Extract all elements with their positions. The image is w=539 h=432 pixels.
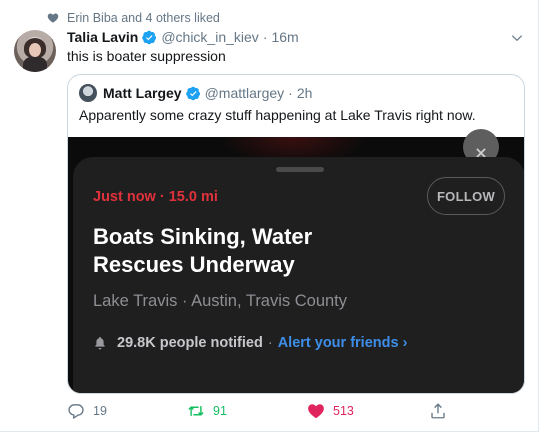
drag-handle — [276, 167, 324, 172]
social-context[interactable]: Erin Biba and 4 others liked — [67, 10, 220, 26]
reply-icon — [68, 404, 84, 420]
retweet-count: 91 — [213, 404, 227, 418]
follow-button: FOLLOW — [427, 177, 505, 215]
separator: · — [288, 85, 293, 101]
tweet-container[interactable]: Erin Biba and 4 others liked Talia Lavin… — [0, 0, 539, 432]
author-handle[interactable]: @chick_in_kiev — [161, 29, 258, 45]
chevron-down-icon[interactable] — [510, 31, 524, 45]
quoted-author-name: Matt Largey — [103, 85, 182, 101]
verified-badge-icon — [185, 86, 200, 100]
retweet-button[interactable]: 91 — [187, 401, 227, 421]
author-name[interactable]: Talia Lavin — [67, 29, 138, 45]
avatar[interactable] — [14, 30, 56, 72]
notified-count: 29.8K people notified — [117, 335, 263, 351]
bell-icon — [95, 336, 105, 350]
retweet-icon — [188, 406, 204, 416]
reply-count: 19 — [93, 404, 107, 418]
quoted-timestamp: 2h — [296, 85, 313, 101]
tweet-header: Talia Lavin @chick_in_kiev · 16m — [67, 28, 299, 46]
reply-button[interactable]: 19 — [67, 401, 107, 421]
alert-friends-link: Alert your friends › — [277, 335, 408, 351]
alert-location: Lake Travis · Austin, Travis County — [93, 292, 348, 310]
quoted-tweet-text: Apparently some crazy stuff happening at… — [79, 107, 476, 123]
timestamp[interactable]: 16m — [271, 29, 298, 45]
quoted-tweet[interactable]: Matt Largey @mattlargey · 2h Apparently … — [67, 74, 525, 394]
heart-icon — [47, 13, 59, 23]
alert-card: Just now · 15.0 mi FOLLOW Boats Sinking,… — [73, 157, 524, 393]
notify-row: 29.8K people notified · Alert your frien… — [93, 333, 407, 353]
quoted-tweet-header: Matt Largey @mattlargey · 2h — [79, 84, 312, 102]
separator: · — [262, 29, 268, 45]
separator: · — [267, 335, 273, 351]
quoted-media-image[interactable]: Just now · 15.0 mi FOLLOW Boats Sinking,… — [68, 129, 524, 393]
like-count: 513 — [333, 404, 354, 418]
quoted-avatar — [79, 84, 97, 102]
quoted-author-handle: @mattlargey — [204, 85, 285, 101]
verified-badge-icon — [142, 30, 157, 44]
share-button[interactable] — [429, 401, 455, 421]
tweet-text: this is boater suppression — [67, 48, 226, 64]
like-button[interactable]: 513 — [307, 401, 354, 421]
share-icon — [431, 403, 445, 419]
alert-headline: Boats Sinking, Water Rescues Underway — [93, 224, 313, 277]
like-icon — [308, 404, 324, 419]
tweet-actions: 19 91 513 — [67, 401, 527, 421]
alert-meta: Just now · 15.0 mi — [93, 189, 218, 205]
